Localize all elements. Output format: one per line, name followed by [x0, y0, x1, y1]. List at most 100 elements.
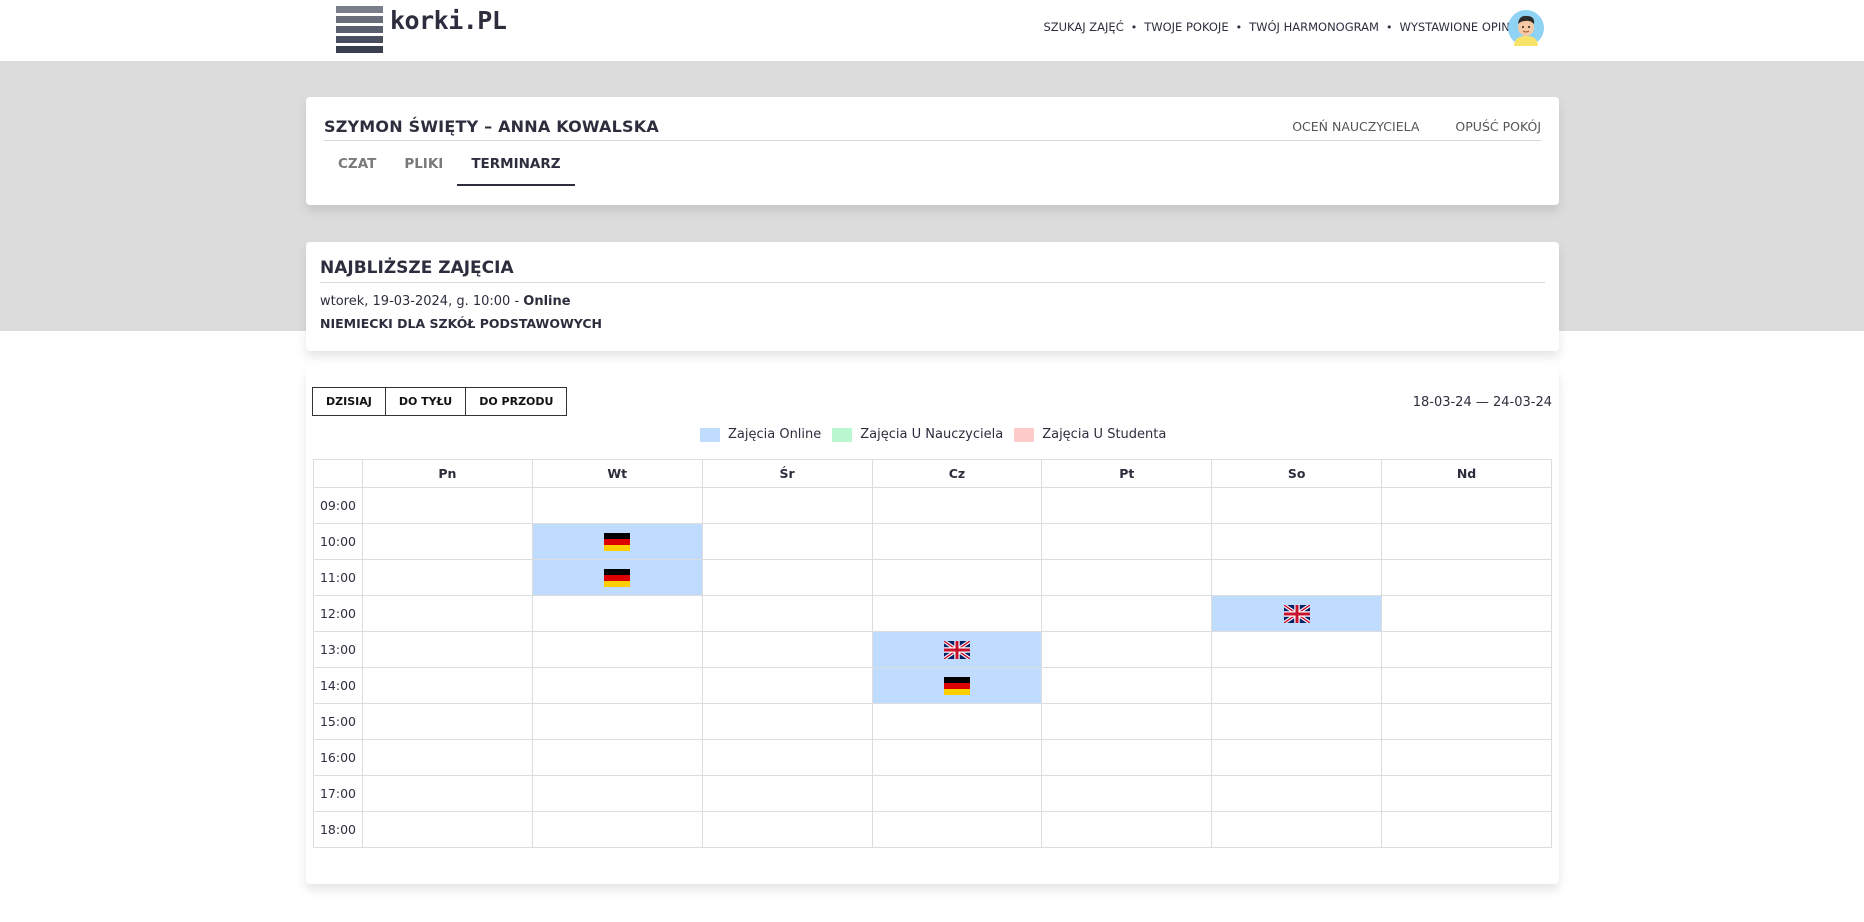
calendar-slot[interactable]: [701, 559, 873, 596]
calendar-slot[interactable]: [531, 595, 703, 632]
nav-search-lessons[interactable]: SZUKAJ ZAJĘĆ: [1043, 20, 1123, 34]
calendar-card: DZISIAJ DO TYŁU DO PRZODU 18-03-24 — 24-…: [306, 369, 1559, 884]
calendar-slot[interactable]: [1211, 667, 1383, 704]
calendar-slot[interactable]: [362, 667, 533, 704]
calendar-slot[interactable]: [1211, 775, 1383, 812]
calendar-slot[interactable]: [1381, 487, 1552, 524]
calendar-slot[interactable]: [1211, 523, 1383, 560]
calendar-slot[interactable]: [1211, 559, 1383, 596]
time-label: 17:00: [313, 775, 363, 812]
calendar-slot[interactable]: [1041, 523, 1213, 560]
calendar-slot[interactable]: [362, 595, 533, 632]
calendar-slot[interactable]: [362, 739, 533, 776]
calendar-slot[interactable]: [531, 667, 703, 704]
calendar-slot[interactable]: [362, 775, 533, 812]
calendar-event[interactable]: [871, 667, 1043, 704]
calendar-slot[interactable]: [701, 703, 873, 740]
calendar-slot[interactable]: [531, 703, 703, 740]
calendar-event[interactable]: [531, 559, 703, 596]
nav-reviews[interactable]: WYSTAWIONE OPINIE: [1399, 20, 1520, 34]
calendar-slot[interactable]: [1211, 631, 1383, 668]
calendar-event[interactable]: [1211, 595, 1383, 632]
de-flag-icon: [873, 676, 1042, 695]
next-lesson-when: wtorek, 19-03-2024, g. 10:00 -: [320, 294, 524, 309]
calendar-slot[interactable]: [701, 739, 873, 776]
calendar-event[interactable]: [531, 523, 703, 560]
calendar-slot[interactable]: [531, 631, 703, 668]
calendar-slot[interactable]: [531, 775, 703, 812]
calendar-slot[interactable]: [871, 739, 1043, 776]
nav-separator: •: [1235, 20, 1243, 34]
calendar-slot[interactable]: [1041, 667, 1213, 704]
calendar-slot[interactable]: [871, 703, 1043, 740]
calendar-slot[interactable]: [1211, 487, 1383, 524]
leave-room-link[interactable]: OPUŚĆ POKÓJ: [1455, 119, 1541, 134]
calendar-slot[interactable]: [362, 631, 533, 668]
calendar-slot[interactable]: [1041, 775, 1213, 812]
calendar-slot[interactable]: [1381, 703, 1552, 740]
calendar-slot[interactable]: [701, 811, 873, 848]
day-header: Wt: [531, 459, 703, 488]
tab-chat[interactable]: CZAT: [324, 155, 390, 186]
calendar-slot[interactable]: [362, 703, 533, 740]
calendar-slot[interactable]: [531, 487, 703, 524]
calendar-row: 16:00: [313, 739, 1552, 776]
calendar-slot[interactable]: [1041, 811, 1213, 848]
calendar-event[interactable]: [871, 631, 1043, 668]
calendar-slot[interactable]: [701, 523, 873, 560]
calendar-slot[interactable]: [871, 523, 1043, 560]
calendar-slot[interactable]: [362, 487, 533, 524]
calendar-slot[interactable]: [1381, 811, 1552, 848]
calendar-slot[interactable]: [871, 595, 1043, 632]
calendar-slot[interactable]: [701, 487, 873, 524]
calendar-slot[interactable]: [1041, 595, 1213, 632]
top-navigation-bar: korki.PL SZUKAJ ZAJĘĆ • TWOJE POKOJE • T…: [0, 0, 1864, 61]
calendar-slot[interactable]: [531, 811, 703, 848]
back-button[interactable]: DO TYŁU: [384, 387, 467, 416]
user-avatar[interactable]: [1508, 10, 1544, 46]
calendar-slot[interactable]: [362, 811, 533, 848]
calendar-slot[interactable]: [1381, 523, 1552, 560]
calendar-slot[interactable]: [701, 631, 873, 668]
calendar-slot[interactable]: [871, 775, 1043, 812]
calendar-slot[interactable]: [362, 523, 533, 560]
nav-your-rooms[interactable]: TWOJE POKOJE: [1144, 20, 1228, 34]
calendar-slot[interactable]: [1381, 559, 1552, 596]
room-title: SZYMON ŚWIĘTY – ANNA KOWALSKA: [324, 117, 659, 136]
calendar-slot[interactable]: [1041, 631, 1213, 668]
calendar-slot[interactable]: [871, 487, 1043, 524]
tab-schedule[interactable]: TERMINARZ: [457, 155, 575, 186]
calendar-slot[interactable]: [1041, 739, 1213, 776]
nav-separator: •: [1385, 20, 1393, 34]
calendar-slot[interactable]: [1381, 595, 1552, 632]
calendar-slot[interactable]: [362, 559, 533, 596]
calendar-slot[interactable]: [1381, 739, 1552, 776]
legend-swatch: [700, 427, 720, 442]
calendar-slot[interactable]: [531, 739, 703, 776]
calendar-slot[interactable]: [701, 667, 873, 704]
calendar-row: 10:00: [313, 523, 1552, 560]
calendar-slot[interactable]: [1381, 775, 1552, 812]
calendar-slot[interactable]: [1041, 559, 1213, 596]
week-calendar-grid: Pn Wt Śr Cz Pt So Nd 09:00 10:00 11:00 12:0…: [313, 459, 1552, 848]
next-lesson-subject: NIEMIECKI DLA SZKÓŁ PODSTAWOWYCH: [320, 316, 602, 331]
nav-your-schedule[interactable]: TWÓJ HARMONOGRAM: [1249, 20, 1379, 34]
calendar-slot[interactable]: [871, 811, 1043, 848]
calendar-slot[interactable]: [1211, 739, 1383, 776]
calendar-row: 18:00: [313, 811, 1552, 848]
calendar-slot[interactable]: [1381, 667, 1552, 704]
calendar-slot[interactable]: [1211, 703, 1383, 740]
de-flag-icon: [533, 568, 702, 587]
calendar-slot[interactable]: [1041, 703, 1213, 740]
logo[interactable]: korki.PL: [336, 6, 507, 53]
today-button[interactable]: DZISIAJ: [312, 387, 386, 416]
calendar-slot[interactable]: [1041, 487, 1213, 524]
calendar-slot[interactable]: [1381, 631, 1552, 668]
tab-files[interactable]: PLIKI: [390, 155, 457, 186]
calendar-slot[interactable]: [701, 595, 873, 632]
calendar-slot[interactable]: [871, 559, 1043, 596]
rate-teacher-link[interactable]: OCEŃ NAUCZYCIELA: [1292, 119, 1419, 134]
calendar-slot[interactable]: [1211, 811, 1383, 848]
calendar-slot[interactable]: [701, 775, 873, 812]
forward-button[interactable]: DO PRZODU: [465, 387, 568, 416]
